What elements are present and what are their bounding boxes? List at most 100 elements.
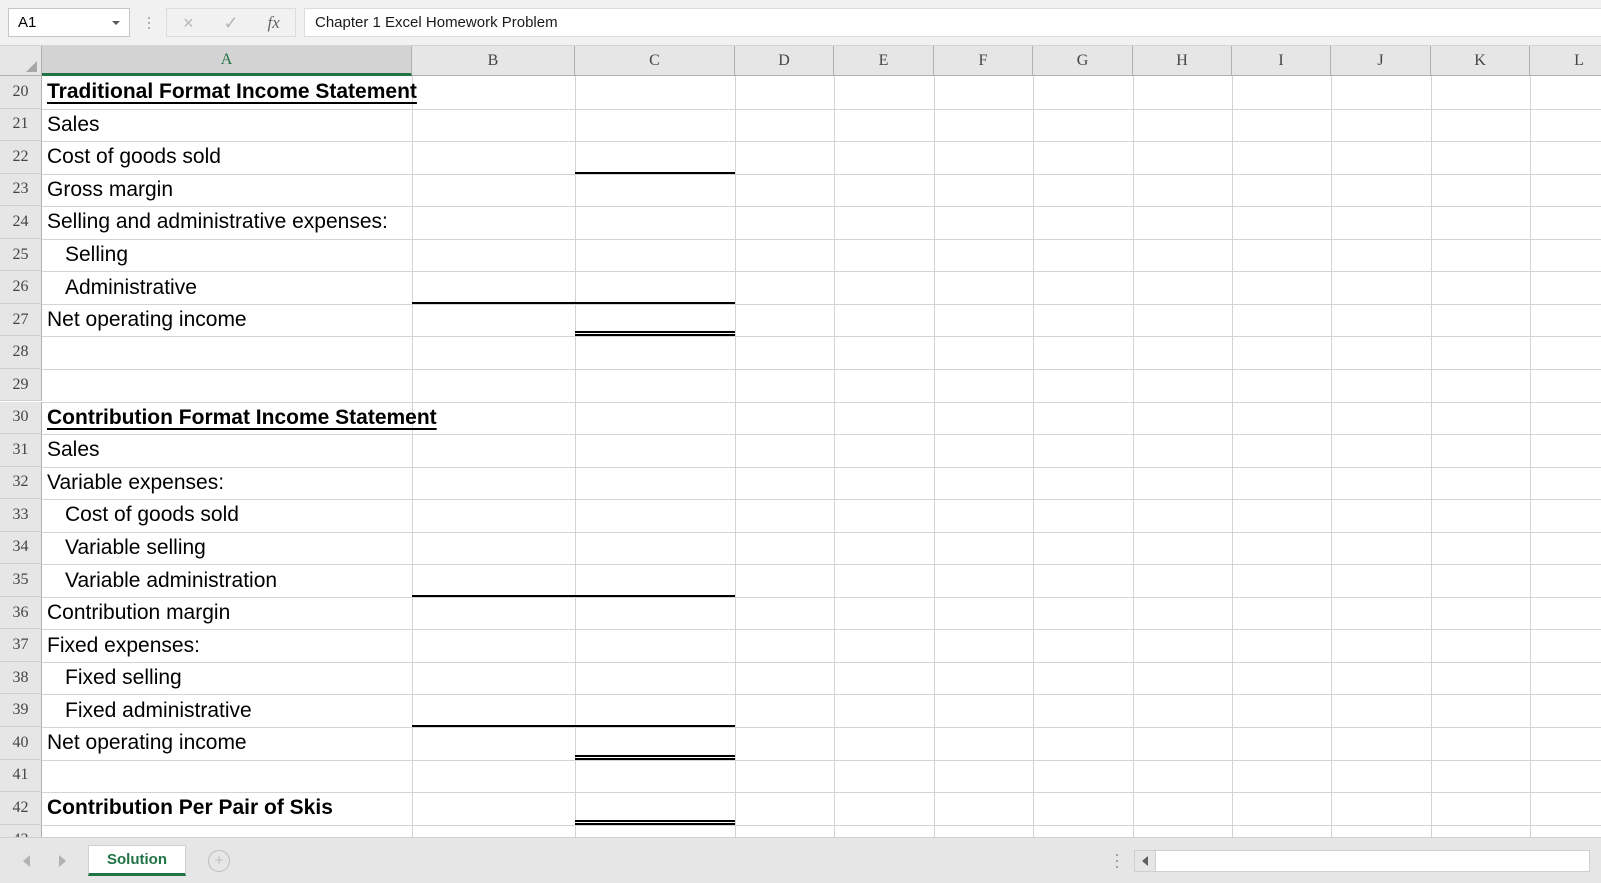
row-header-24[interactable]: 24 <box>0 206 42 239</box>
column-header-c[interactable]: C <box>575 46 735 76</box>
select-all-triangle-icon <box>26 61 37 72</box>
row-header-label: 39 <box>12 701 29 719</box>
column-header-a[interactable]: A <box>42 46 412 76</box>
column-header-i[interactable]: I <box>1232 46 1331 76</box>
confirm-glyph: ✓ <box>223 12 239 33</box>
row-header-28[interactable]: 28 <box>0 336 42 369</box>
select-all-corner[interactable] <box>0 46 42 76</box>
cell-a23[interactable]: Gross margin <box>47 179 173 200</box>
cell-a27[interactable]: Net operating income <box>47 309 247 330</box>
row-header-25[interactable]: 25 <box>0 238 42 272</box>
row-header-34[interactable]: 34 <box>0 531 42 565</box>
cell-area[interactable]: Traditional Format Income Statement Sales… <box>42 76 1601 837</box>
row-header-33[interactable]: 33 <box>0 499 42 532</box>
cell-a22[interactable]: Cost of goods sold <box>47 146 221 167</box>
gridline-horizontal <box>42 499 1601 501</box>
row-header-23[interactable]: 23 <box>0 173 42 207</box>
cell-a21[interactable]: Sales <box>47 114 100 135</box>
column-header-k[interactable]: K <box>1431 46 1530 76</box>
formula-input-value: Chapter 1 Excel Homework Problem <box>315 14 558 31</box>
column-header-d[interactable]: D <box>735 46 834 76</box>
gridline-vertical <box>834 76 835 837</box>
cell-a39[interactable]: Fixed administrative <box>65 700 252 721</box>
gridline-vertical <box>1232 76 1233 837</box>
cell-border-b35-single <box>412 594 575 597</box>
row-header-32[interactable]: 32 <box>0 466 42 500</box>
arrow-right-icon[interactable] <box>54 853 70 869</box>
column-header-f[interactable]: F <box>934 46 1033 76</box>
horizontal-scrollbar[interactable] <box>1156 849 1590 872</box>
row-header-26[interactable]: 26 <box>0 271 42 304</box>
row-header-22[interactable]: 22 <box>0 141 42 174</box>
vertical-dots-grip-icon[interactable] <box>1110 849 1124 873</box>
column-header-label: H <box>1176 51 1188 69</box>
row-header-31[interactable]: 31 <box>0 434 42 467</box>
row-header-37[interactable]: 37 <box>0 629 42 662</box>
cell-a42[interactable]: Contribution Per Pair of Skis <box>47 797 333 818</box>
row-header-41[interactable]: 41 <box>0 759 42 793</box>
column-header-g[interactable]: G <box>1033 46 1133 76</box>
row-header-label: 34 <box>12 538 29 556</box>
row-header-30[interactable]: 30 <box>0 401 42 435</box>
gridline-vertical <box>1331 76 1332 837</box>
gridline-horizontal <box>42 401 1601 403</box>
cell-a40[interactable]: Net operating income <box>47 732 247 753</box>
row-header-label: 38 <box>12 668 29 686</box>
cell-a26[interactable]: Administrative <box>65 277 197 298</box>
row-header-label: 28 <box>12 343 29 361</box>
cell-a36[interactable]: Contribution margin <box>47 602 230 623</box>
confirm-check-icon[interactable]: ✓ <box>213 9 249 36</box>
row-header-40[interactable]: 40 <box>0 727 42 760</box>
row-header-42[interactable]: 42 <box>0 792 42 825</box>
gridline-vertical <box>1431 76 1432 837</box>
gridline-vertical <box>1033 76 1034 837</box>
row-header-35[interactable]: 35 <box>0 564 42 597</box>
column-header-b[interactable]: B <box>412 46 575 76</box>
column-header-h[interactable]: H <box>1133 46 1232 76</box>
name-box[interactable]: A1 <box>8 8 130 37</box>
row-header-38[interactable]: 38 <box>0 661 42 695</box>
cell-a32[interactable]: Variable expenses: <box>47 472 224 493</box>
row-header-36[interactable]: 36 <box>0 596 42 630</box>
gridline-horizontal <box>42 629 1601 631</box>
formula-bar-buttons: × ✓ fx <box>166 8 296 37</box>
gridline-horizontal <box>42 303 1601 305</box>
formula-bar: A1 × ✓ fx Chapter 1 Excel Homework Probl… <box>0 0 1601 46</box>
column-header-e[interactable]: E <box>834 46 934 76</box>
scroll-left-arrow-icon[interactable] <box>1134 849 1156 872</box>
row-header-label: 32 <box>12 473 29 491</box>
cell-a20[interactable]: Traditional Format Income Statement <box>47 81 417 102</box>
cell-a38[interactable]: Fixed selling <box>65 667 182 688</box>
cell-a25[interactable]: Selling <box>65 244 128 265</box>
column-header-label: A <box>220 50 233 68</box>
cell-a30[interactable]: Contribution Format Income Statement <box>47 407 437 428</box>
column-header-l[interactable]: L <box>1530 46 1601 76</box>
row-header-39[interactable]: 39 <box>0 694 42 727</box>
chevron-down-icon[interactable] <box>112 20 120 25</box>
cell-a31[interactable]: Sales <box>47 439 100 460</box>
column-header-j[interactable]: J <box>1331 46 1431 76</box>
cell-a37[interactable]: Fixed expenses: <box>47 635 200 656</box>
row-header-21[interactable]: 21 <box>0 108 42 142</box>
sheet-nav-arrows <box>18 853 70 869</box>
cell-a24[interactable]: Selling and administrative expenses: <box>47 211 388 232</box>
row-header-20[interactable]: 20 <box>0 76 42 109</box>
row-header-label: 24 <box>12 212 29 230</box>
gridline-vertical <box>1133 76 1134 837</box>
cell-a34[interactable]: Variable selling <box>65 537 206 558</box>
sheet-tab-solution[interactable]: Solution <box>88 845 186 876</box>
row-header-27[interactable]: 27 <box>0 303 42 337</box>
cell-a33[interactable]: Cost of goods sold <box>65 504 239 525</box>
arrow-left-icon[interactable] <box>18 853 34 869</box>
cell-border-b39-single <box>412 725 575 727</box>
cell-border-c39-single <box>575 725 735 727</box>
insert-function-fx-icon[interactable]: fx <box>256 9 292 36</box>
formula-input[interactable]: Chapter 1 Excel Homework Problem <box>304 8 1601 37</box>
column-header-label: J <box>1377 51 1384 69</box>
cancel-x-icon[interactable]: × <box>170 9 206 36</box>
plus-circle-icon[interactable]: + <box>208 849 230 872</box>
column-header-label: I <box>1278 51 1284 69</box>
row-header-29[interactable]: 29 <box>0 368 42 402</box>
cell-a35[interactable]: Variable administration <box>65 570 277 591</box>
name-box-value: A1 <box>18 14 37 31</box>
